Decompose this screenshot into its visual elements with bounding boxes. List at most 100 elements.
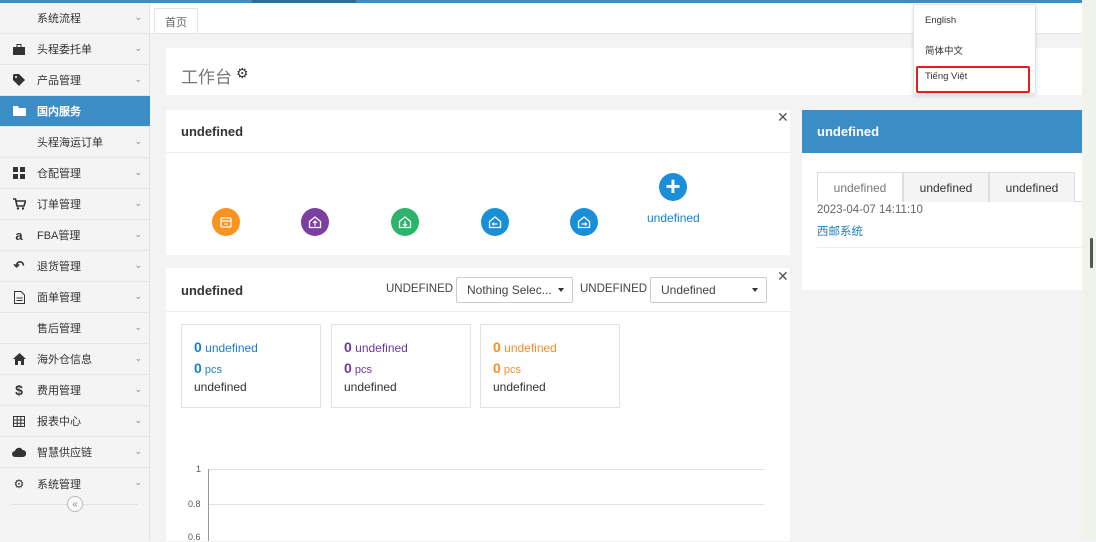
collapse-sidebar-button[interactable]: « xyxy=(67,496,83,512)
cloud-icon xyxy=(11,444,27,460)
sidebar-item-sea-order[interactable]: 头程海运订单 ⌄ xyxy=(0,127,150,158)
filter-select-2[interactable]: Undefined xyxy=(650,277,767,303)
tab-home-label: 首页 xyxy=(165,16,187,29)
stat-label: undefined xyxy=(194,380,247,394)
stat-label: undefined xyxy=(344,380,397,394)
stat-count-unit: undefined xyxy=(504,341,557,355)
sidebar-item-reports[interactable]: 报表中心 ⌄ xyxy=(0,406,150,437)
filter-select-1-value: Nothing Selec... xyxy=(467,283,552,297)
notice-panel-title: undefined xyxy=(817,124,880,139)
quick-action-return-icon[interactable] xyxy=(481,208,509,236)
stat-card[interactable]: 0 undefined 0 pcs undefined xyxy=(181,324,321,408)
sidebar-item-product[interactable]: 产品管理 ⌄ xyxy=(0,65,150,96)
filter-select-1[interactable]: Nothing Selec... xyxy=(456,277,573,303)
sidebar-item-label: 系统流程 xyxy=(37,13,81,25)
tab-home[interactable]: 首页 xyxy=(154,8,198,34)
stat-count: 0 xyxy=(194,339,202,355)
settings-gear-icon[interactable]: ⚙ xyxy=(236,65,249,82)
stat-qty: 0 xyxy=(344,360,352,376)
quick-action-transfer-icon[interactable] xyxy=(570,208,598,236)
sidebar-item-label: 报表中心 xyxy=(37,416,81,428)
sidebar-item-after-sales[interactable]: 售后管理 ⌄ xyxy=(0,313,150,344)
close-stats-panel-icon[interactable]: ✕ xyxy=(777,268,789,285)
quick-action-box-icon[interactable] xyxy=(212,208,240,236)
stat-count: 0 xyxy=(493,339,501,355)
sidebar-item-first-leg-order[interactable]: 头程委托单 ⌄ xyxy=(0,34,150,65)
language-option-chinese[interactable]: 简体中文 xyxy=(925,43,963,57)
stat-card[interactable]: 0 undefined 0 pcs undefined xyxy=(480,324,620,408)
scrollbar-handle[interactable] xyxy=(1090,238,1093,268)
chart-gridline xyxy=(208,504,764,505)
sidebar-item-system-settings[interactable]: ⚙ 系统管理 ⌄ xyxy=(0,468,150,499)
sidebar-item-overseas-warehouse[interactable]: 海外仓信息 ⌄ xyxy=(0,344,150,375)
tag-icon xyxy=(11,72,27,88)
sidebar-item-label: 退货管理 xyxy=(37,261,81,273)
chart-gridline xyxy=(208,469,764,470)
y-axis-tick-label: 0.8 xyxy=(188,499,201,509)
notice-panel: undefined undefined undefined undefined … xyxy=(802,110,1082,290)
panel-divider xyxy=(166,311,790,312)
language-option-vietnamese[interactable]: Tiếng Việt xyxy=(925,71,967,82)
filter-label: UNDEFINED xyxy=(580,283,648,295)
notice-tab-3[interactable]: undefined xyxy=(989,172,1075,202)
chevron-down-icon: ⌄ xyxy=(134,446,142,456)
chevron-down-icon: ⌄ xyxy=(134,74,142,84)
stat-label: undefined xyxy=(493,380,546,394)
statistics-panel: undefined UNDEFINED Nothing Selec... UND… xyxy=(166,268,790,542)
chevron-down-icon: ⌄ xyxy=(134,167,142,177)
sidebar-item-labels[interactable]: 面单管理 ⌄ xyxy=(0,282,150,313)
chevron-down-icon: ⌄ xyxy=(134,353,142,363)
sidebar-item-warehouse[interactable]: 仓配管理 ⌄ xyxy=(0,158,150,189)
add-quick-action-label[interactable]: undefined xyxy=(647,211,700,225)
caret-down-icon xyxy=(558,288,564,292)
quick-action-inbound-icon[interactable] xyxy=(301,208,329,236)
gear-icon: ⚙ xyxy=(13,476,25,491)
sidebar-item-label: 国内服务 xyxy=(37,106,81,118)
panel-title: undefined xyxy=(181,124,244,139)
sidebar-item-fba[interactable]: a FBA管理 ⌄ xyxy=(0,220,150,251)
y-axis-tick-label: 1 xyxy=(196,464,202,474)
return-icon: ↶ xyxy=(13,258,25,273)
chevron-down-icon: ⌄ xyxy=(134,229,142,239)
language-dropdown-menu: English 简体中文 Tiếng Việt xyxy=(913,4,1036,94)
stat-card[interactable]: 0 undefined 0 pcs undefined xyxy=(331,324,471,408)
add-quick-action-button[interactable]: + xyxy=(659,173,687,201)
chevron-down-icon: ⌄ xyxy=(134,260,142,270)
chevron-down-icon: ⌄ xyxy=(134,43,142,53)
stat-qty: 0 xyxy=(493,360,501,376)
quick-action-outbound-icon[interactable] xyxy=(391,208,419,236)
grid-icon xyxy=(11,165,27,181)
sidebar-item-orders[interactable]: 订单管理 ⌄ xyxy=(0,189,150,220)
stat-count-unit: undefined xyxy=(205,341,258,355)
stat-count: 0 xyxy=(344,339,352,355)
quick-actions-panel: undefined + undefined xyxy=(166,110,790,255)
briefcase-icon xyxy=(11,41,27,57)
close-quick-panel-icon[interactable]: ✕ xyxy=(777,109,789,126)
notice-date: 2023-04-07 14:11:10 xyxy=(817,204,923,216)
chevron-down-icon: ⌄ xyxy=(134,415,142,425)
notice-tab-2[interactable]: undefined xyxy=(903,172,989,202)
sidebar-item-supply-chain[interactable]: 智慧供应链 ⌄ xyxy=(0,437,150,468)
panel-title: undefined xyxy=(181,283,244,298)
notice-link[interactable]: 西邮系统 xyxy=(817,223,863,239)
language-option-english[interactable]: English xyxy=(925,15,956,26)
plus-icon: + xyxy=(665,171,681,201)
sidebar-item-label: 头程海运订单 xyxy=(37,137,103,149)
home-icon xyxy=(11,351,27,367)
notice-tabs: undefined undefined undefined xyxy=(817,172,1082,202)
sidebar-item-fees[interactable]: $ 费用管理 ⌄ xyxy=(0,375,150,406)
sidebar-item-system-flow[interactable]: 系统流程 ⌄ xyxy=(0,3,150,34)
sidebar-item-label: 订单管理 xyxy=(37,199,81,211)
notice-tab-1[interactable]: undefined xyxy=(817,172,903,202)
sidebar-item-domestic-service[interactable]: 国内服务 xyxy=(0,96,150,127)
stat-qty-unit: pcs xyxy=(354,364,372,376)
cart-icon xyxy=(11,196,27,212)
chevron-down-icon: ⌄ xyxy=(134,198,142,208)
sidebar-item-returns[interactable]: ↶ 退货管理 ⌄ xyxy=(0,251,150,282)
folder-icon xyxy=(11,103,27,119)
notice-panel-header: undefined xyxy=(802,110,1082,153)
panel-divider xyxy=(166,152,790,153)
sidebar-item-label: 智慧供应链 xyxy=(37,447,92,459)
notice-divider xyxy=(817,247,1082,248)
right-edge-strip xyxy=(1082,0,1096,541)
